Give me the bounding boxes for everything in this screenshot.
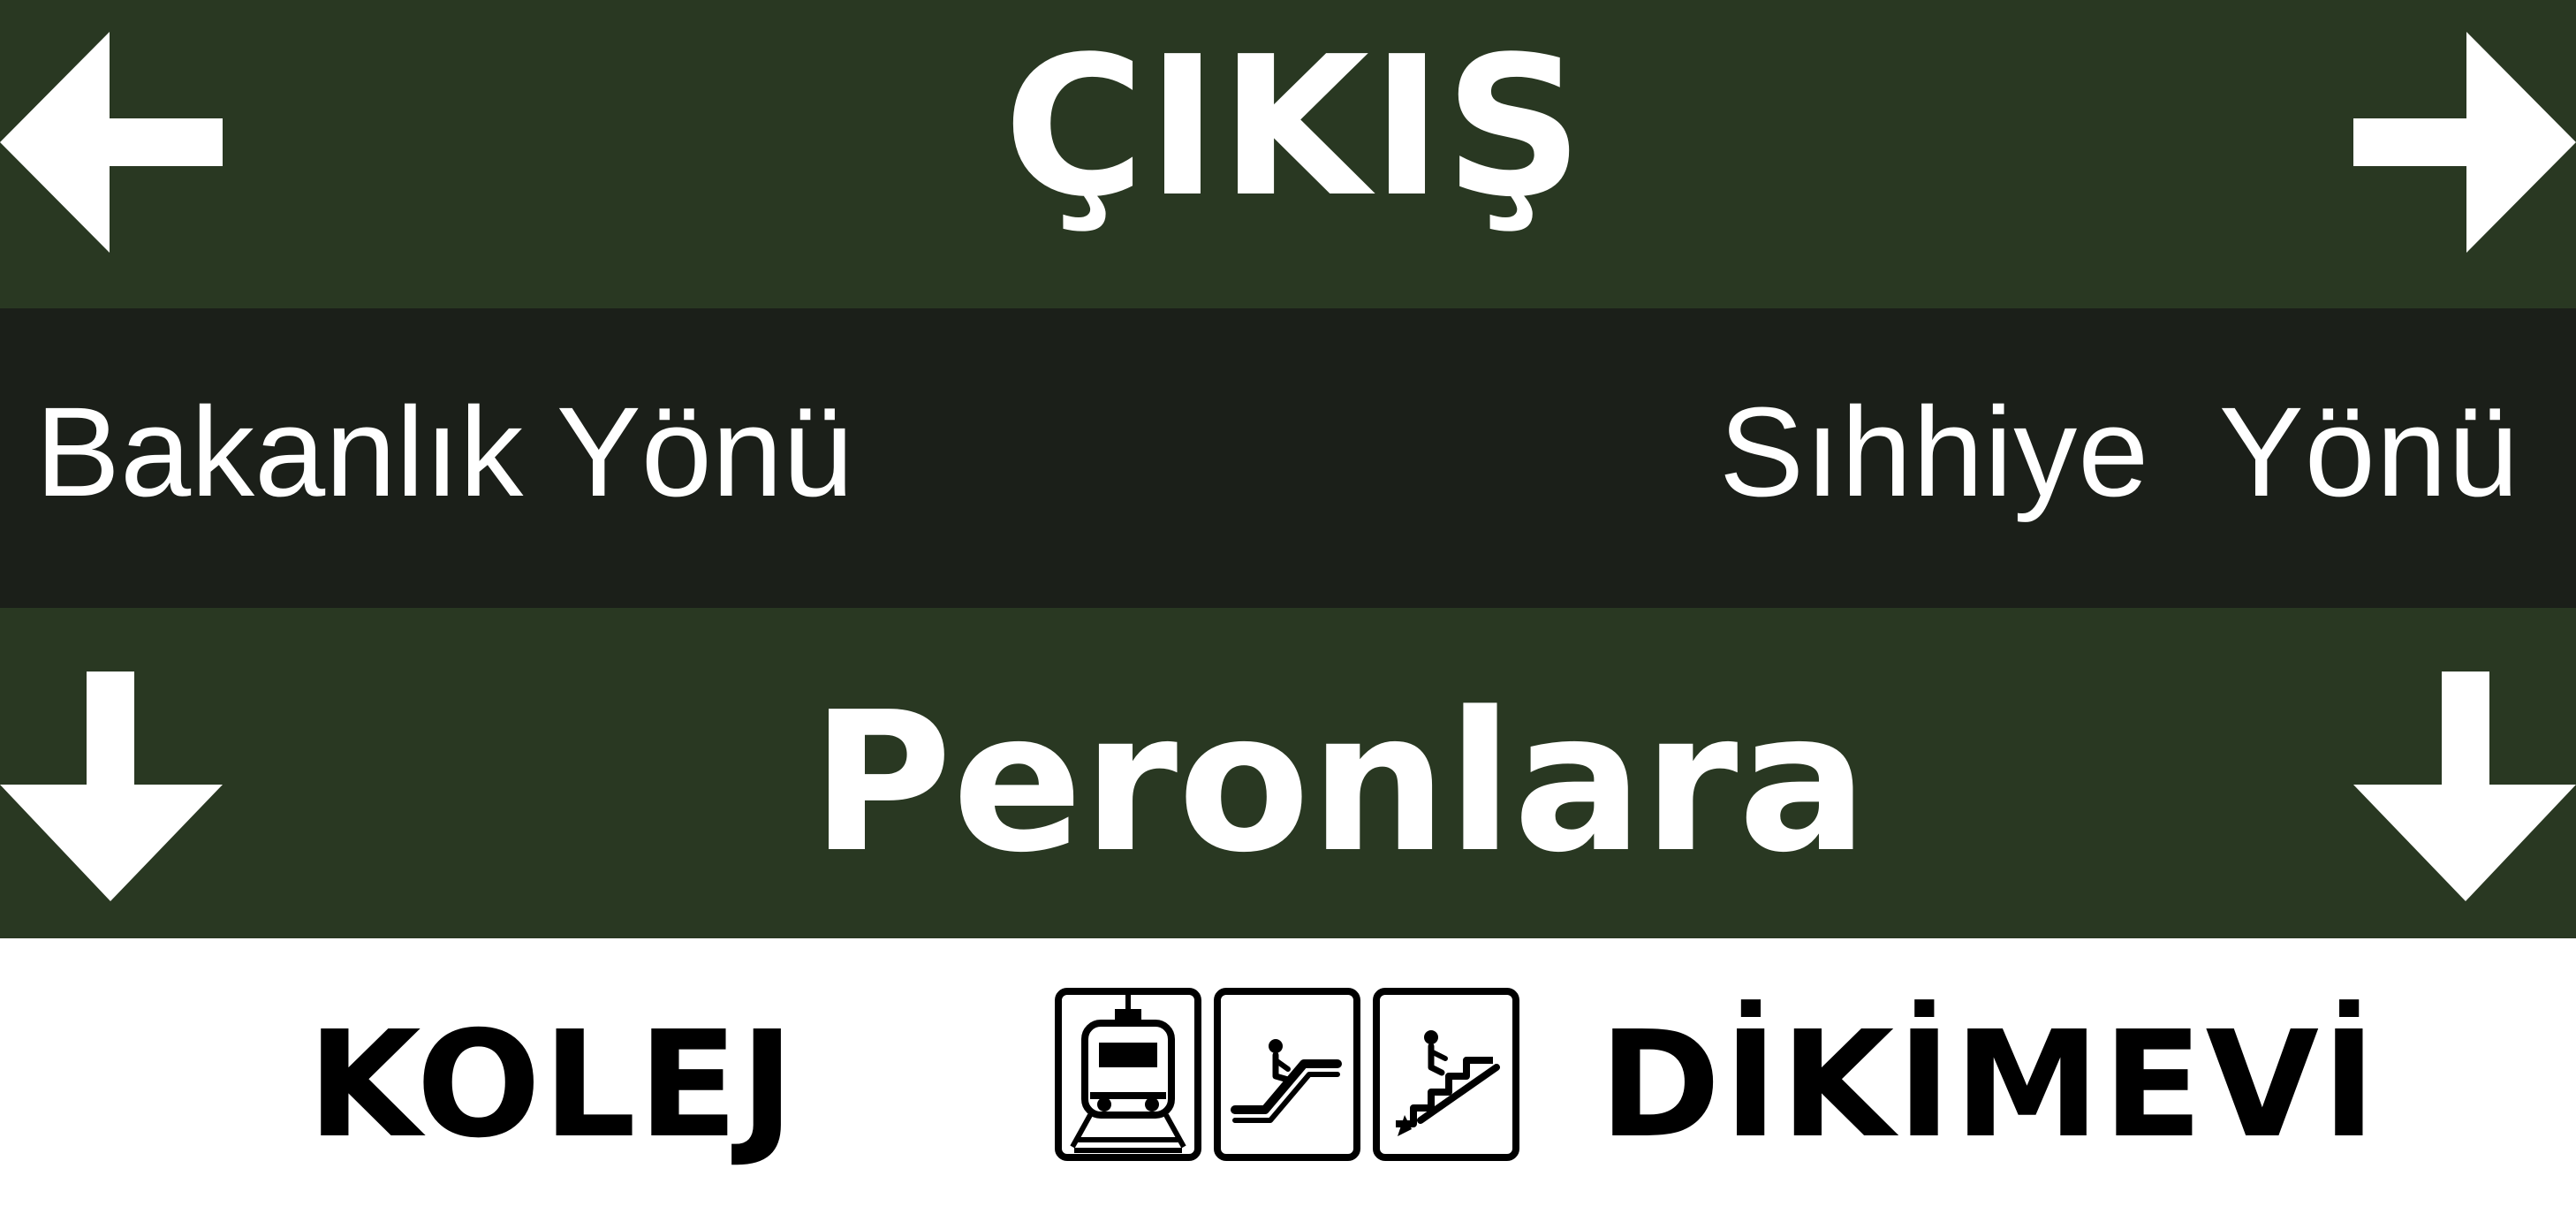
stairs-icon xyxy=(1373,988,1519,1161)
right-arrow-icon xyxy=(2353,32,2576,253)
metro-train-icon xyxy=(1055,988,1201,1161)
down-arrow-icon xyxy=(2353,671,2576,901)
sihhiye-direction-label: Sıhhiye Yönü xyxy=(1719,381,2520,523)
bakanlik-direction-label: Bakanlık Yönü xyxy=(35,381,854,523)
exit-title: ÇIKIŞ xyxy=(1004,16,1586,239)
escalator-icon xyxy=(1214,988,1360,1161)
dikimevi-station-label: DİKİMEVİ xyxy=(1599,1000,2379,1171)
platform-title: Peronlara xyxy=(811,671,1868,895)
pictogram-group xyxy=(1055,988,1523,1161)
kolej-station-label: KOLEJ xyxy=(307,1000,797,1171)
metro-signboard: ÇIKIŞ Bakanlık Yönü Sıhhiye Yönü Peronla… xyxy=(0,0,2576,1214)
left-arrow-icon xyxy=(0,32,223,253)
down-arrow-icon xyxy=(0,671,223,901)
